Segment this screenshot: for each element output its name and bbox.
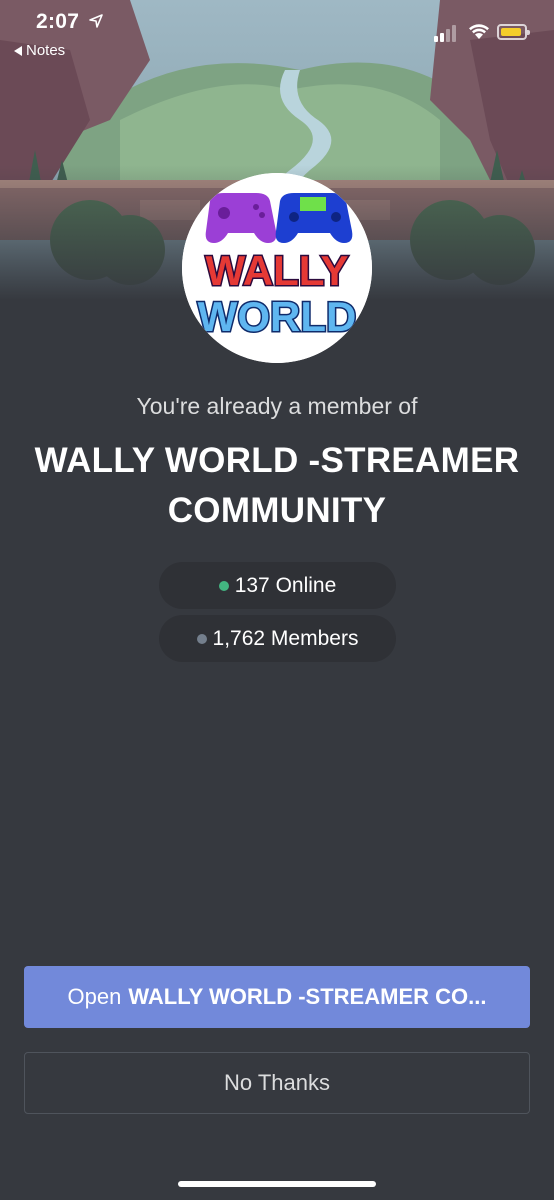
no-thanks-button[interactable]: No Thanks [24,1052,530,1114]
battery-icon [497,24,530,40]
status-time: 2:07 [36,10,80,33]
back-to-notes-button[interactable]: Notes [14,42,65,59]
svg-text:WALLY: WALLY [205,247,348,294]
server-avatar: WALLY WORLD [182,173,372,363]
svg-text:WORLD: WORLD [198,293,357,340]
server-name: WALLY WORLD -STREAMER COMMUNITY [34,441,520,530]
already-member-label: You're already a member of [136,393,418,419]
home-indicator[interactable] [178,1181,376,1187]
signal-icon [434,24,460,42]
invite-screen: 2:07 Notes WALLY WORLD You're already a … [0,0,554,1200]
gray-dot-icon [196,633,207,644]
status-bar: 2:07 Notes [0,0,554,70]
green-dot-icon [218,580,229,591]
back-label: Notes [26,42,66,59]
member-count: 1,762 Members [212,626,359,650]
online-count-badge: 137 Online [159,562,396,609]
member-count-badge: 1,762 Members [159,615,396,662]
open-button-prefix: Open [67,984,122,1009]
no-thanks-label: No Thanks [224,1070,330,1095]
online-count: 137 Online [234,573,337,597]
back-arrow-icon [14,45,22,56]
location-arrow-icon [88,13,104,29]
wifi-icon [468,22,490,40]
open-button-server: WALLY WORLD -STREAMER CO... [128,984,487,1009]
open-server-button[interactable]: Open WALLY WORLD -STREAMER CO... [24,966,530,1028]
